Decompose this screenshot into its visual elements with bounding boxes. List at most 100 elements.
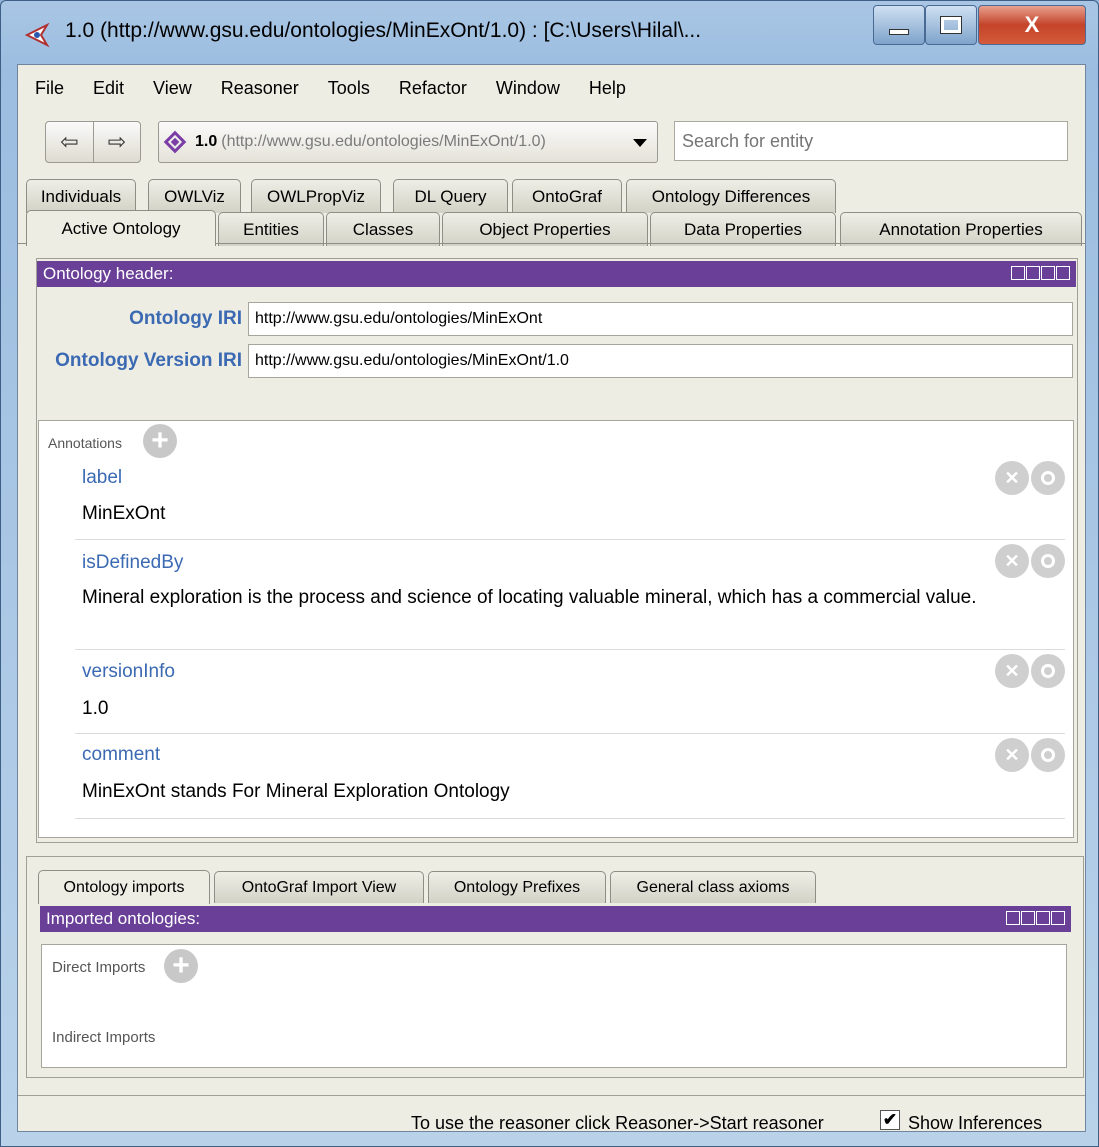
annotations-panel: Annotations + label MinExOnt ✕ isDefined… [38,420,1074,838]
menu-help[interactable]: Help [589,78,626,99]
split-horizontal-icon[interactable] [1026,266,1040,280]
annotation-options-button[interactable] [1031,544,1065,578]
float-view-icon[interactable] [1041,266,1055,280]
back-arrow-icon: ⇦ [60,129,79,154]
tab-data-properties[interactable]: Data Properties [650,212,836,246]
annotation-options-button[interactable] [1031,654,1065,688]
annotation-row: versionInfo 1.0 ✕ [75,650,1065,734]
menu-edit[interactable]: Edit [93,78,124,99]
history-nav: ⇦ ⇨ [45,121,141,163]
tab-active-ontology[interactable]: Active Ontology [26,210,216,246]
minimize-button[interactable] [873,5,925,45]
ontology-version-iri-label: Ontology Version IRI [55,350,242,371]
annotation-property[interactable]: label [82,467,122,489]
ontology-iri-label: Ontology IRI [129,308,242,329]
tab-ontograf[interactable]: OntoGraf [512,179,622,213]
maximize-button[interactable] [925,5,977,45]
menu-bar: File Edit View Reasoner Tools Refactor W… [18,65,1085,111]
show-inferences-checkbox[interactable]: ✔ [880,1110,900,1130]
tab-entities[interactable]: Entities [218,212,324,246]
reasoner-status-text: To use the reasoner click Reasoner->Star… [411,1113,824,1133]
direct-imports-label: Direct Imports [52,959,146,976]
indirect-imports-label: Indirect Imports [52,1029,156,1046]
imports-list: Direct Imports + Indirect Imports [41,944,1067,1068]
split-horizontal-icon[interactable] [1021,911,1035,925]
delete-icon: ✕ [1004,550,1020,571]
view-controls [1006,911,1065,925]
split-view-icon[interactable] [1011,266,1025,280]
forward-button[interactable]: ⇨ [92,122,140,162]
menu-view[interactable]: View [153,78,192,99]
annotation-property[interactable]: isDefinedBy [82,552,183,574]
close-button[interactable]: X [978,5,1086,45]
options-icon [1041,664,1055,678]
tab-owlpropviz[interactable]: OWLPropViz [251,179,381,213]
annotation-row: label MinExOnt ✕ [75,455,1065,540]
imported-ontologies-bar: Imported ontologies: [40,906,1071,932]
ontology-selector[interactable]: 1.0 (http://www.gsu.edu/ontologies/MinEx… [158,121,658,163]
ontology-header-title: Ontology header: [43,264,174,283]
float-view-icon[interactable] [1036,911,1050,925]
annotation-value: Mineral exploration is the process and s… [82,587,977,608]
tab-object-properties[interactable]: Object Properties [442,212,648,246]
menu-refactor[interactable]: Refactor [399,78,467,99]
tab-ontology-prefixes[interactable]: Ontology Prefixes [428,871,606,903]
delete-annotation-button[interactable]: ✕ [995,544,1029,578]
ontology-version-iri-field[interactable]: http://www.gsu.edu/ontologies/MinExOnt/1… [248,344,1073,378]
title-bar[interactable]: 1.0 (http://www.gsu.edu/ontologies/MinEx… [1,1,1098,63]
tab-individuals[interactable]: Individuals [26,179,136,213]
ontology-iri-hint: (http://www.gsu.edu/ontologies/MinExOnt/… [221,133,546,150]
delete-icon: ✕ [1004,467,1020,488]
delete-annotation-button[interactable]: ✕ [995,461,1029,495]
tab-dl-query[interactable]: DL Query [393,179,508,213]
tab-general-class-axioms[interactable]: General class axioms [610,871,816,903]
ontology-iri-field[interactable]: http://www.gsu.edu/ontologies/MinExOnt [248,302,1073,336]
add-annotation-button[interactable]: + [143,424,177,458]
tab-classes[interactable]: Classes [326,212,440,246]
tab-owlviz[interactable]: OWLViz [148,179,241,213]
ontology-version: 1.0 [195,133,218,150]
annotations-title: Annotations [48,435,122,451]
delete-icon: ✕ [1004,660,1020,681]
add-import-button[interactable]: + [164,949,198,983]
checkmark-icon: ✔ [882,1110,898,1129]
annotation-row: isDefinedBy Mineral exploration is the p… [75,540,1065,650]
options-icon [1041,554,1055,568]
annotation-value: MinExOnt stands For Mineral Exploration … [82,781,510,802]
window-title: 1.0 (http://www.gsu.edu/ontologies/MinEx… [65,19,702,42]
annotation-options-button[interactable] [1031,461,1065,495]
annotation-row: comment MinExOnt stands For Mineral Expl… [75,734,1065,819]
delete-annotation-button[interactable]: ✕ [995,738,1029,772]
dropdown-caret-icon [633,139,647,147]
annotation-value: 1.0 [82,698,109,719]
options-icon [1041,748,1055,762]
minimize-icon [889,29,909,35]
application-window: 1.0 (http://www.gsu.edu/ontologies/MinEx… [0,0,1099,1147]
delete-annotation-button[interactable]: ✕ [995,654,1029,688]
toolbar: ⇦ ⇨ 1.0 (http://www.gsu.edu/ontologies/M… [18,113,1085,173]
annotation-property[interactable]: comment [82,744,160,766]
tab-ontograf-import-view[interactable]: OntoGraf Import View [214,871,424,903]
view-controls [1011,266,1070,280]
menu-tools[interactable]: Tools [328,78,370,99]
client-area: File Edit View Reasoner Tools Refactor W… [17,64,1086,1134]
tab-annotation-properties[interactable]: Annotation Properties [840,212,1082,246]
annotation-property[interactable]: versionInfo [82,661,175,683]
show-inferences-label[interactable]: Show Inferences [908,1113,1042,1134]
annotation-value: MinExOnt [82,503,166,524]
close-view-icon[interactable] [1051,911,1065,925]
maximize-icon [940,16,962,34]
menu-window[interactable]: Window [496,78,560,99]
ontology-icon [163,130,187,154]
menu-file[interactable]: File [35,78,64,99]
close-icon: X [1024,12,1040,37]
tab-ontology-differences[interactable]: Ontology Differences [626,179,836,213]
back-button[interactable]: ⇦ [46,122,93,162]
close-view-icon[interactable] [1056,266,1070,280]
split-view-icon[interactable] [1006,911,1020,925]
annotation-options-button[interactable] [1031,738,1065,772]
tab-ontology-imports[interactable]: Ontology imports [38,870,210,904]
ontology-header-bar: Ontology header: [37,261,1076,287]
menu-reasoner[interactable]: Reasoner [221,78,299,99]
search-entity-input[interactable] [674,121,1068,161]
